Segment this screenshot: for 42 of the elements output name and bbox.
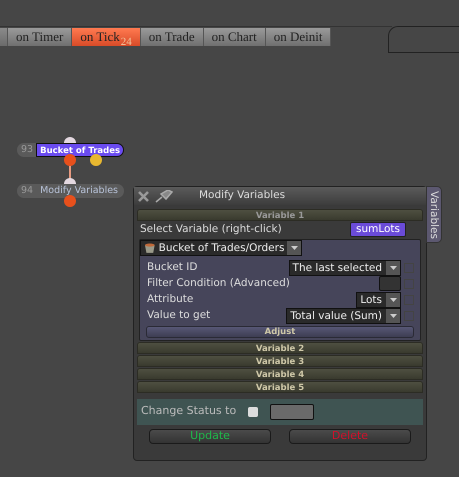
field-label: Select Variable (right-click)	[140, 222, 282, 237]
panel-border	[388, 26, 459, 53]
tab[interactable]: on Tick$_{24}$	[72, 28, 141, 46]
tab[interactable]: on Trade	[140, 28, 204, 46]
input-field[interactable]	[379, 276, 401, 291]
output-connector[interactable]	[64, 154, 76, 166]
field-label: Bucket ID	[147, 260, 198, 275]
dropdown[interactable]: The last selected	[288, 260, 401, 276]
tab[interactable]: on Chart	[204, 28, 266, 46]
tab[interactable]: on Timer	[8, 28, 72, 46]
section-header[interactable]: Variable 4	[137, 368, 423, 380]
input-connector[interactable]	[64, 178, 76, 184]
window-title: Modify Variables	[199, 188, 286, 204]
variable-chip[interactable]: sumLots	[350, 222, 406, 238]
dropdown[interactable]: Total value (Sum)	[286, 308, 401, 324]
pin-icon[interactable]	[155, 190, 173, 202]
section-header[interactable]: Variable 5	[137, 380, 423, 392]
section-header[interactable]: Variable 1	[137, 209, 423, 221]
section-header[interactable]: Variable 2	[137, 342, 423, 354]
field-label: Filter Condition (Advanced)	[147, 276, 290, 291]
caret-icon	[390, 298, 396, 302]
caret-icon	[390, 314, 396, 318]
bucket-icon	[144, 242, 156, 254]
input-connector[interactable]	[64, 137, 76, 143]
field-label: Value to get	[147, 308, 210, 323]
caret-icon	[290, 246, 298, 250]
field-label: Attribute	[147, 292, 194, 307]
output-connector[interactable]	[64, 195, 76, 207]
dropdown[interactable]: Lots	[356, 292, 401, 308]
section-header[interactable]: Variable 3	[137, 354, 423, 366]
side-tab[interactable]: Variables	[426, 186, 442, 243]
tab-edge[interactable]	[0, 28, 8, 46]
adjust-button[interactable]: Adjust	[146, 326, 414, 338]
checkbox[interactable]	[248, 406, 258, 416]
status-field[interactable]	[270, 404, 314, 420]
field-label: Change Status to	[141, 403, 236, 420]
update-button[interactable]: Update	[149, 428, 271, 444]
output-connector[interactable]	[90, 154, 102, 166]
block-dropdown[interactable]: Bucket of Trades/Orders	[140, 240, 302, 256]
close-icon[interactable]	[138, 190, 149, 202]
caret-icon	[390, 266, 396, 270]
tab[interactable]: on Deinit	[266, 28, 332, 46]
